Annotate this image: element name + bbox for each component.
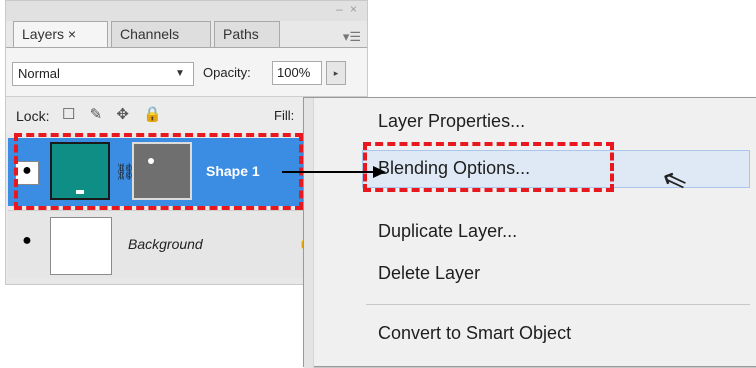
lock-options-icons[interactable]: ☐ ✎ ✥ 🔒 — [62, 105, 167, 123]
chevron-down-icon: ▼ — [175, 68, 185, 79]
menu-item-duplicate-layer[interactable]: Duplicate Layer... — [378, 221, 517, 242]
blend-mode-value: Normal — [18, 66, 60, 81]
opacity-label: Opacity: — [203, 65, 251, 80]
blend-mode-select[interactable]: Normal ▼ — [12, 62, 194, 86]
panel-menu-icon[interactable]: ▾☰ — [343, 29, 361, 45]
lock-label: Lock: — [16, 108, 50, 124]
menu-gutter — [304, 98, 314, 368]
opacity-field[interactable]: 100% — [272, 61, 322, 85]
menu-separator — [366, 304, 750, 305]
menu-item-delete-layer[interactable]: Delete Layer — [378, 263, 480, 284]
panel-titlebar: – × — [6, 1, 367, 21]
window-controls[interactable]: – × — [336, 2, 359, 16]
fill-label: Fill: — [274, 108, 295, 123]
annotation-highlight-menu-item — [363, 142, 614, 192]
annotation-highlight-layer — [14, 133, 303, 210]
tab-paths[interactable]: Paths — [214, 21, 280, 47]
context-menu: Layer Properties... Blending Options... … — [303, 97, 756, 368]
menu-item-convert-to-smart-object[interactable]: Convert to Smart Object — [378, 323, 571, 344]
tab-layers[interactable]: Layers × — [13, 21, 108, 48]
layer-thumbnail[interactable] — [50, 217, 112, 275]
menu-item-layer-properties[interactable]: Layer Properties... — [378, 111, 525, 132]
blend-row: Normal ▼ Opacity: 100% ▸ — [6, 48, 367, 96]
eye-icon[interactable]: ● — [15, 232, 39, 256]
tab-channels[interactable]: Channels — [111, 21, 211, 47]
layer-name[interactable]: Background — [128, 236, 203, 252]
opacity-slider-button[interactable]: ▸ — [326, 61, 346, 85]
